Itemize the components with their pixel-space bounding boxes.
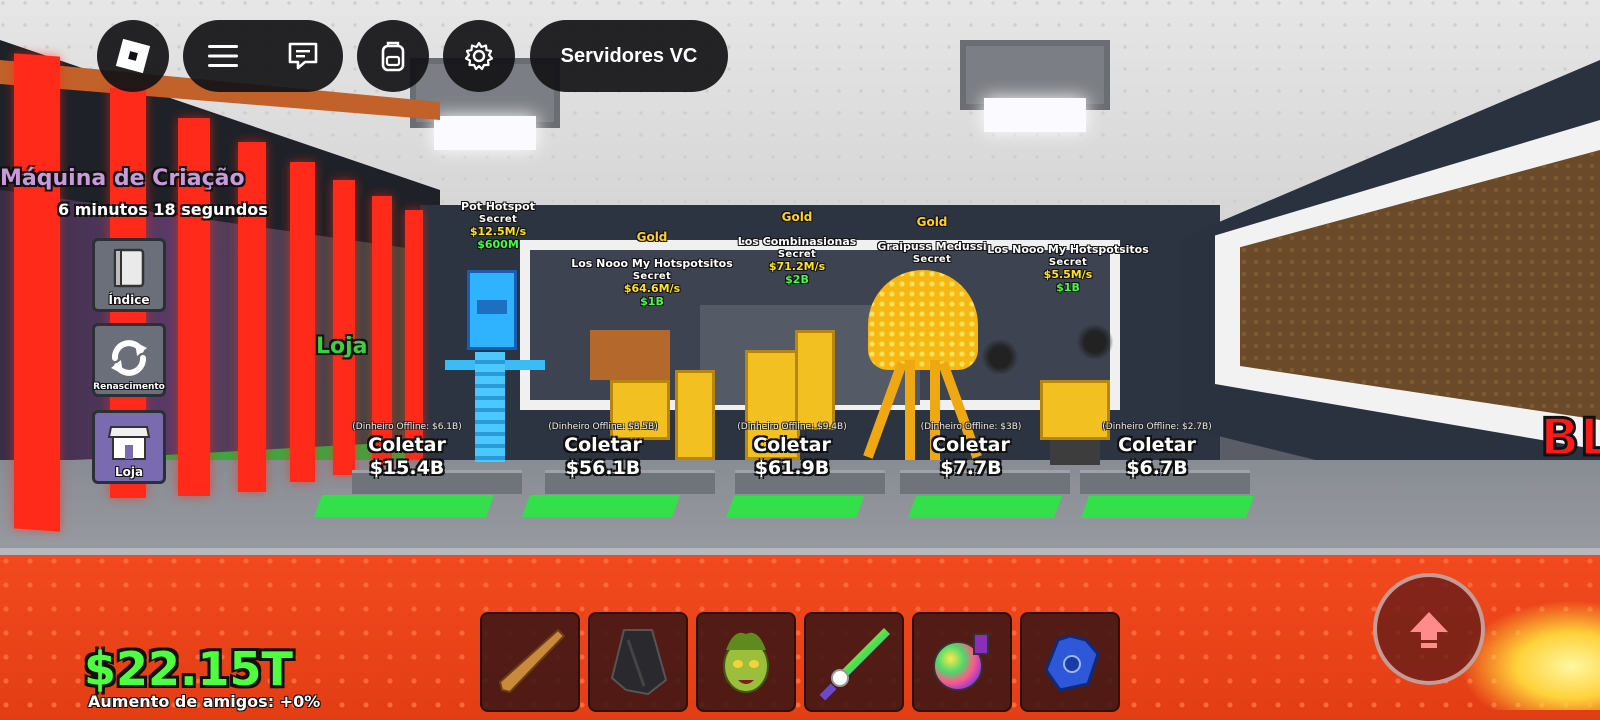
- backpack-icon: [381, 41, 405, 72]
- hotbar-slot-5[interactable]: [912, 612, 1012, 712]
- edge-sign: BL: [1539, 407, 1600, 470]
- voice-servers-label: Servidores VC: [560, 44, 698, 67]
- collector-label[interactable]: (Dinheiro Offline: $3B) Coletar $7.7B: [921, 422, 1022, 479]
- collect-pad[interactable]: [1080, 496, 1255, 518]
- store-icon: [107, 426, 151, 460]
- collect-pad[interactable]: [313, 495, 495, 517]
- collect-amount: $15.4B: [369, 457, 445, 479]
- machine-title: Máquina de Criação: [0, 166, 245, 191]
- collect-amount: $56.1B: [565, 457, 641, 479]
- collect-button: Coletar: [1118, 434, 1196, 456]
- hotbar: [480, 612, 1120, 712]
- collect-button: Coletar: [564, 434, 642, 456]
- gear-icon: [464, 41, 494, 71]
- settings-button[interactable]: [443, 20, 515, 92]
- collect-button: Coletar: [368, 434, 446, 456]
- dark-cloak-icon: [610, 629, 668, 696]
- jump-button[interactable]: [1373, 573, 1485, 685]
- medusa-head-icon: [723, 632, 769, 693]
- rebirth-button[interactable]: Renascimento: [92, 323, 166, 397]
- baseball-bat-icon: [498, 628, 566, 694]
- ceiling-light: [960, 40, 1110, 132]
- unicorn-sword-icon: [819, 628, 890, 701]
- disco-ball-icon: [933, 633, 989, 691]
- power-glove-icon: [1044, 634, 1100, 692]
- chat-icon[interactable]: [285, 38, 321, 74]
- roblox-menu-button[interactable]: [97, 20, 169, 92]
- collect-button: Coletar: [753, 434, 831, 456]
- brainrot-tag: Los Nooo My Hotspotsitos Secret $5.5M/s …: [987, 243, 1149, 294]
- menu-chat-group: [183, 20, 343, 92]
- hotbar-slot-4[interactable]: [804, 612, 904, 712]
- index-button[interactable]: Índice: [92, 238, 166, 312]
- collector-label[interactable]: (Dinheiro Offline: $2.7B) Coletar $6.7B: [1102, 422, 1211, 479]
- jelly-tentacle: [905, 360, 915, 460]
- index-label: Índice: [108, 293, 150, 307]
- collector-label[interactable]: (Dinheiro Offline: $9.4B) Coletar $61.9B: [737, 422, 846, 479]
- shop-sign: Loja: [316, 334, 368, 359]
- laser-bar: [14, 53, 60, 532]
- hotbar-slot-3[interactable]: [696, 612, 796, 712]
- shop-button[interactable]: Loja: [92, 410, 166, 484]
- hotbar-slot-2[interactable]: [588, 612, 688, 712]
- hotbar-slot-6[interactable]: [1020, 612, 1120, 712]
- hamburger-menu-icon[interactable]: [205, 38, 241, 74]
- brainrot-tag: Gold Los Nooo My Hotspotsitos Secret $64…: [571, 230, 733, 308]
- friend-boost-text: Aumento de amigos: +0%: [88, 692, 321, 711]
- machine-timer: 6 minutos 18 segundos: [58, 200, 268, 219]
- backpack-button[interactable]: [357, 20, 429, 92]
- rebirth-label: Renascimento: [93, 382, 165, 392]
- laser-bar: [290, 162, 315, 482]
- hotbar-slot-1[interactable]: [480, 612, 580, 712]
- brainrot-tag: Gold Los Combinasionas Secret $71.2M/s $…: [737, 210, 857, 286]
- roblox-logo-icon: [115, 38, 151, 74]
- book-icon: [113, 248, 145, 288]
- money-counter: $22.15T: [84, 642, 293, 696]
- laser-bar: [238, 142, 266, 492]
- brainrot-tag: Pot Hotspot Secret $12.5M/s $600M: [461, 200, 535, 251]
- collector-label[interactable]: (Dinheiro Offline: $8.5B) Coletar $56.1B: [548, 422, 657, 479]
- collect-pad[interactable]: [907, 496, 1063, 518]
- shop-label: Loja: [114, 465, 144, 479]
- smoke-cloud: [980, 340, 1020, 374]
- rebirth-arrows-icon: [111, 340, 147, 376]
- collector-label[interactable]: (Dinheiro Offline: $6.1B) Coletar $15.4B: [352, 422, 461, 479]
- collect-amount: $61.9B: [754, 457, 830, 479]
- voice-servers-button[interactable]: Servidores VC: [530, 20, 728, 92]
- collect-pad[interactable]: [725, 496, 865, 518]
- jump-arrow-icon: [1410, 612, 1448, 648]
- collect-button: Coletar: [932, 434, 1010, 456]
- smoke-cloud: [1075, 325, 1115, 359]
- collect-amount: $6.7B: [1126, 457, 1188, 479]
- brainrot-graipuss-medussi[interactable]: [868, 270, 978, 370]
- brainrot-tag: Gold Graipuss Medussi Secret: [877, 215, 987, 266]
- collect-pad[interactable]: [521, 495, 681, 517]
- brainrot-pot-hotspot[interactable]: [445, 270, 545, 465]
- collect-amount: $7.7B: [940, 457, 1002, 479]
